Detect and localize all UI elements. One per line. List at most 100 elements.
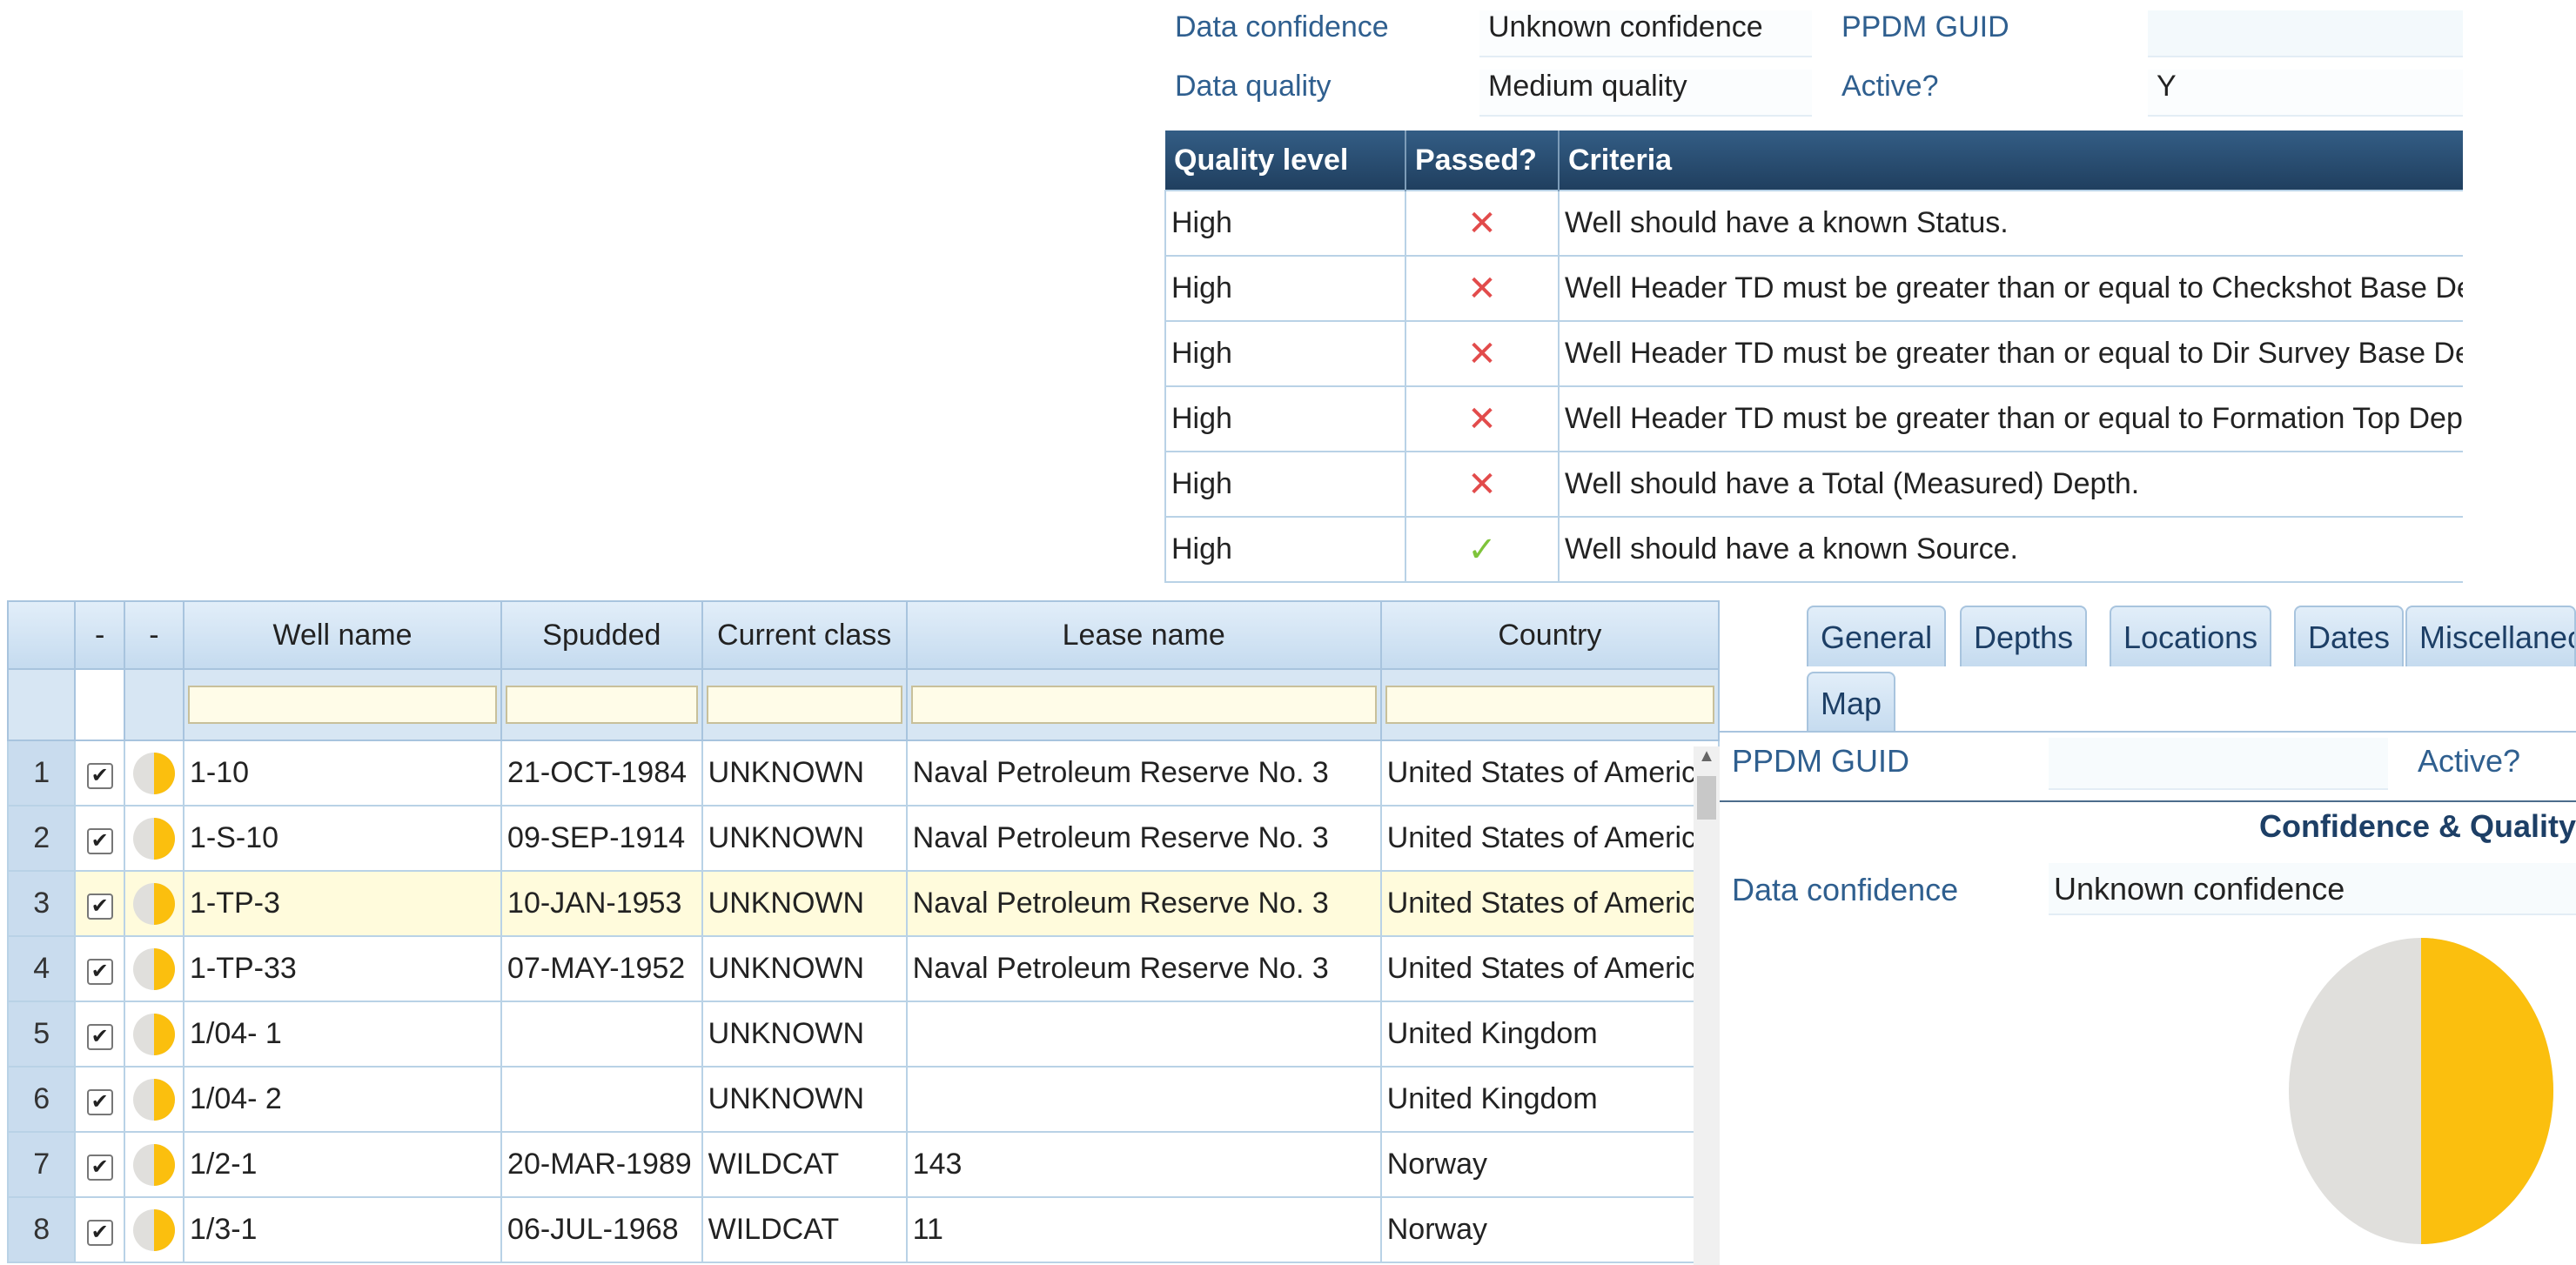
scroll-up-arrow-icon[interactable]: ▲	[1694, 746, 1720, 773]
failed-cross-icon: ✕	[1405, 320, 1560, 387]
table-row[interactable]: 5 ✔ 1/04- 1 UNKNOWN United Kingdom	[6, 1001, 1720, 1068]
checkbox-checked-icon[interactable]: ✔	[86, 959, 113, 985]
confidence-row: Data confidence Unknown confidence PPDM …	[1164, 0, 2463, 57]
select-checkbox-cell[interactable]: ✔	[74, 870, 125, 937]
filter-country-input[interactable]	[1385, 686, 1714, 724]
checkbox-checked-icon[interactable]: ✔	[86, 763, 113, 789]
checkbox-checked-icon[interactable]: ✔	[86, 1024, 113, 1050]
quality-criteria-row[interactable]: High ✓ Well should have a known Source.	[1164, 516, 2463, 583]
well-name-cell: 1/2-1	[182, 1131, 503, 1198]
column-header-quality-level[interactable]: Quality level	[1165, 131, 1406, 191]
lease-name-cell: Naval Petroleum Reserve No. 3	[905, 740, 1382, 807]
quality-criteria-row[interactable]: High ✕ Well Header TD must be greater than…	[1164, 255, 2463, 322]
data-confidence-value[interactable]: Unknown confidence	[1479, 10, 1812, 57]
quality-criteria-row[interactable]: High ✕ Well Header TD must be greater than…	[1164, 320, 2463, 387]
column-header-select[interactable]: -	[74, 600, 125, 670]
filter-lease-name-input[interactable]	[910, 686, 1377, 724]
table-row[interactable]: 7 ✔ 1/2-1 20-MAR-1989 WILDCAT 143 Norway	[6, 1131, 1720, 1198]
table-row[interactable]: 6 ✔ 1/04- 2 UNKNOWN United Kingdom	[6, 1066, 1720, 1133]
row-number: 2	[6, 805, 77, 872]
quality-level-cell: High	[1164, 385, 1406, 452]
quality-criteria-row[interactable]: High ✕ Well Header TD must be greater than…	[1164, 385, 2463, 452]
confidence-cell	[123, 805, 184, 872]
checkbox-checked-icon[interactable]: ✔	[86, 1220, 113, 1246]
table-row[interactable]: 1 ✔ 1-10 21-OCT-1984 UNKNOWN Naval Petroleum …	[6, 740, 1720, 807]
country-cell: Norway	[1379, 1196, 1720, 1263]
table-row[interactable]: 8 ✔ 1/3-1 06-JUL-1968 WILDCAT 11 Norway	[6, 1196, 1720, 1263]
section-title: Confidence & Quality	[2258, 808, 2576, 844]
ppdm-guid-value[interactable]	[2148, 10, 2463, 57]
tab-map[interactable]: Map	[1807, 672, 1896, 733]
confidence-pie-chart	[2289, 938, 2553, 1244]
passed-mark: ✕	[1467, 269, 1497, 308]
checkbox-checked-icon[interactable]: ✔	[86, 1155, 113, 1181]
confidence-half-icon	[132, 817, 175, 860]
select-checkbox-cell[interactable]: ✔	[74, 740, 125, 807]
confidence-cell	[123, 1131, 184, 1198]
table-row[interactable]: 2 ✔ 1-S-10 09-SEP-1914 UNKNOWN Naval Petroleu…	[6, 805, 1720, 872]
filter-spudded-input[interactable]	[506, 686, 698, 724]
vertical-scrollbar[interactable]: ▲	[1694, 746, 1720, 1265]
select-checkbox-cell[interactable]: ✔	[74, 935, 125, 1002]
ppdm-guid-label: PPDM GUID	[1732, 743, 1910, 779]
confidence-half-icon	[132, 947, 175, 990]
row-number: 7	[6, 1131, 77, 1198]
select-checkbox-cell[interactable]: ✔	[74, 1131, 125, 1198]
well-name-cell: 1/3-1	[182, 1196, 503, 1263]
scrollbar-thumb[interactable]	[1697, 776, 1716, 820]
country-cell: United Kingdom	[1379, 1001, 1720, 1068]
country-cell: United States of America	[1379, 740, 1720, 807]
well-name-cell: 1-10	[182, 740, 503, 807]
current-class-cell: WILDCAT	[701, 1131, 908, 1198]
select-checkbox-cell[interactable]: ✔	[74, 1196, 125, 1263]
filter-cell-confidence	[123, 668, 184, 741]
checkbox-checked-icon[interactable]: ✔	[86, 1089, 113, 1115]
country-cell: United States of America	[1379, 935, 1720, 1002]
ppdm-guid-label: PPDM GUID	[1841, 10, 2009, 44]
criteria-cell: Well Header TD must be greater than or e…	[1558, 255, 2463, 322]
well-name-cell: 1-S-10	[182, 805, 503, 872]
quality-criteria-row[interactable]: High ✕ Well should have a known Status.	[1164, 190, 2463, 257]
passed-mark: ✕	[1467, 399, 1497, 438]
spudded-cell: 10-JAN-1953	[500, 870, 703, 937]
filter-well-name-input[interactable]	[187, 686, 498, 724]
tab-locations[interactable]: Locations	[2110, 606, 2272, 666]
tab-depths[interactable]: Depths	[1960, 606, 2088, 666]
ppdm-guid-field[interactable]	[2049, 738, 2388, 790]
confidence-half-icon	[132, 752, 175, 794]
filter-current-class-input[interactable]	[706, 686, 902, 724]
column-header-spudded[interactable]: Spudded	[500, 600, 703, 670]
confidence-half-icon	[132, 1078, 175, 1121]
well-name-cell: 1-TP-33	[182, 935, 503, 1002]
checkbox-checked-icon[interactable]: ✔	[86, 828, 113, 854]
table-row[interactable]: 4 ✔ 1-TP-33 07-MAY-1952 UNKNOWN Naval Petrole…	[6, 935, 1720, 1002]
tab-miscellaneous[interactable]: Miscellaneous	[2405, 606, 2576, 666]
confidence-cell	[123, 1066, 184, 1133]
column-header-well-name[interactable]: Well name	[182, 600, 503, 670]
lease-name-cell: Naval Petroleum Reserve No. 3	[905, 935, 1382, 1002]
column-header-current-class[interactable]: Current class	[701, 600, 908, 670]
current-class-cell: WILDCAT	[701, 1196, 908, 1263]
data-quality-value[interactable]: Medium quality	[1479, 70, 1812, 117]
column-header-passed[interactable]: Passed?	[1405, 131, 1560, 191]
checkbox-checked-icon[interactable]: ✔	[86, 894, 113, 920]
current-class-cell: UNKNOWN	[701, 1001, 908, 1068]
column-header-lease-name[interactable]: Lease name	[905, 600, 1382, 670]
table-row[interactable]: 3 ✔ 1-TP-3 10-JAN-1953 UNKNOWN Naval Petroleu…	[6, 870, 1720, 937]
active-value[interactable]: Y	[2148, 70, 2463, 117]
column-header-confidence[interactable]: -	[123, 600, 184, 670]
data-confidence-value[interactable]: Unknown confidence	[2049, 863, 2576, 915]
data-quality-label: Data quality	[1175, 70, 1332, 103]
quality-criteria-row[interactable]: High ✕ Well should have a Total (Measured)…	[1164, 451, 2463, 518]
select-checkbox-cell[interactable]: ✔	[74, 1066, 125, 1133]
select-checkbox-cell[interactable]: ✔	[74, 805, 125, 872]
spudded-cell: 20-MAR-1989	[500, 1131, 703, 1198]
tab-dates[interactable]: Dates	[2294, 606, 2405, 666]
column-header-country[interactable]: Country	[1379, 600, 1720, 670]
lease-name-cell: Naval Petroleum Reserve No. 3	[905, 805, 1382, 872]
failed-cross-icon: ✕	[1405, 190, 1560, 257]
criteria-cell: Well Header TD must be greater than or e…	[1558, 320, 2463, 387]
select-checkbox-cell[interactable]: ✔	[74, 1001, 125, 1068]
column-header-criteria[interactable]: Criteria	[1559, 131, 2463, 191]
tab-general[interactable]: General	[1807, 606, 1947, 666]
